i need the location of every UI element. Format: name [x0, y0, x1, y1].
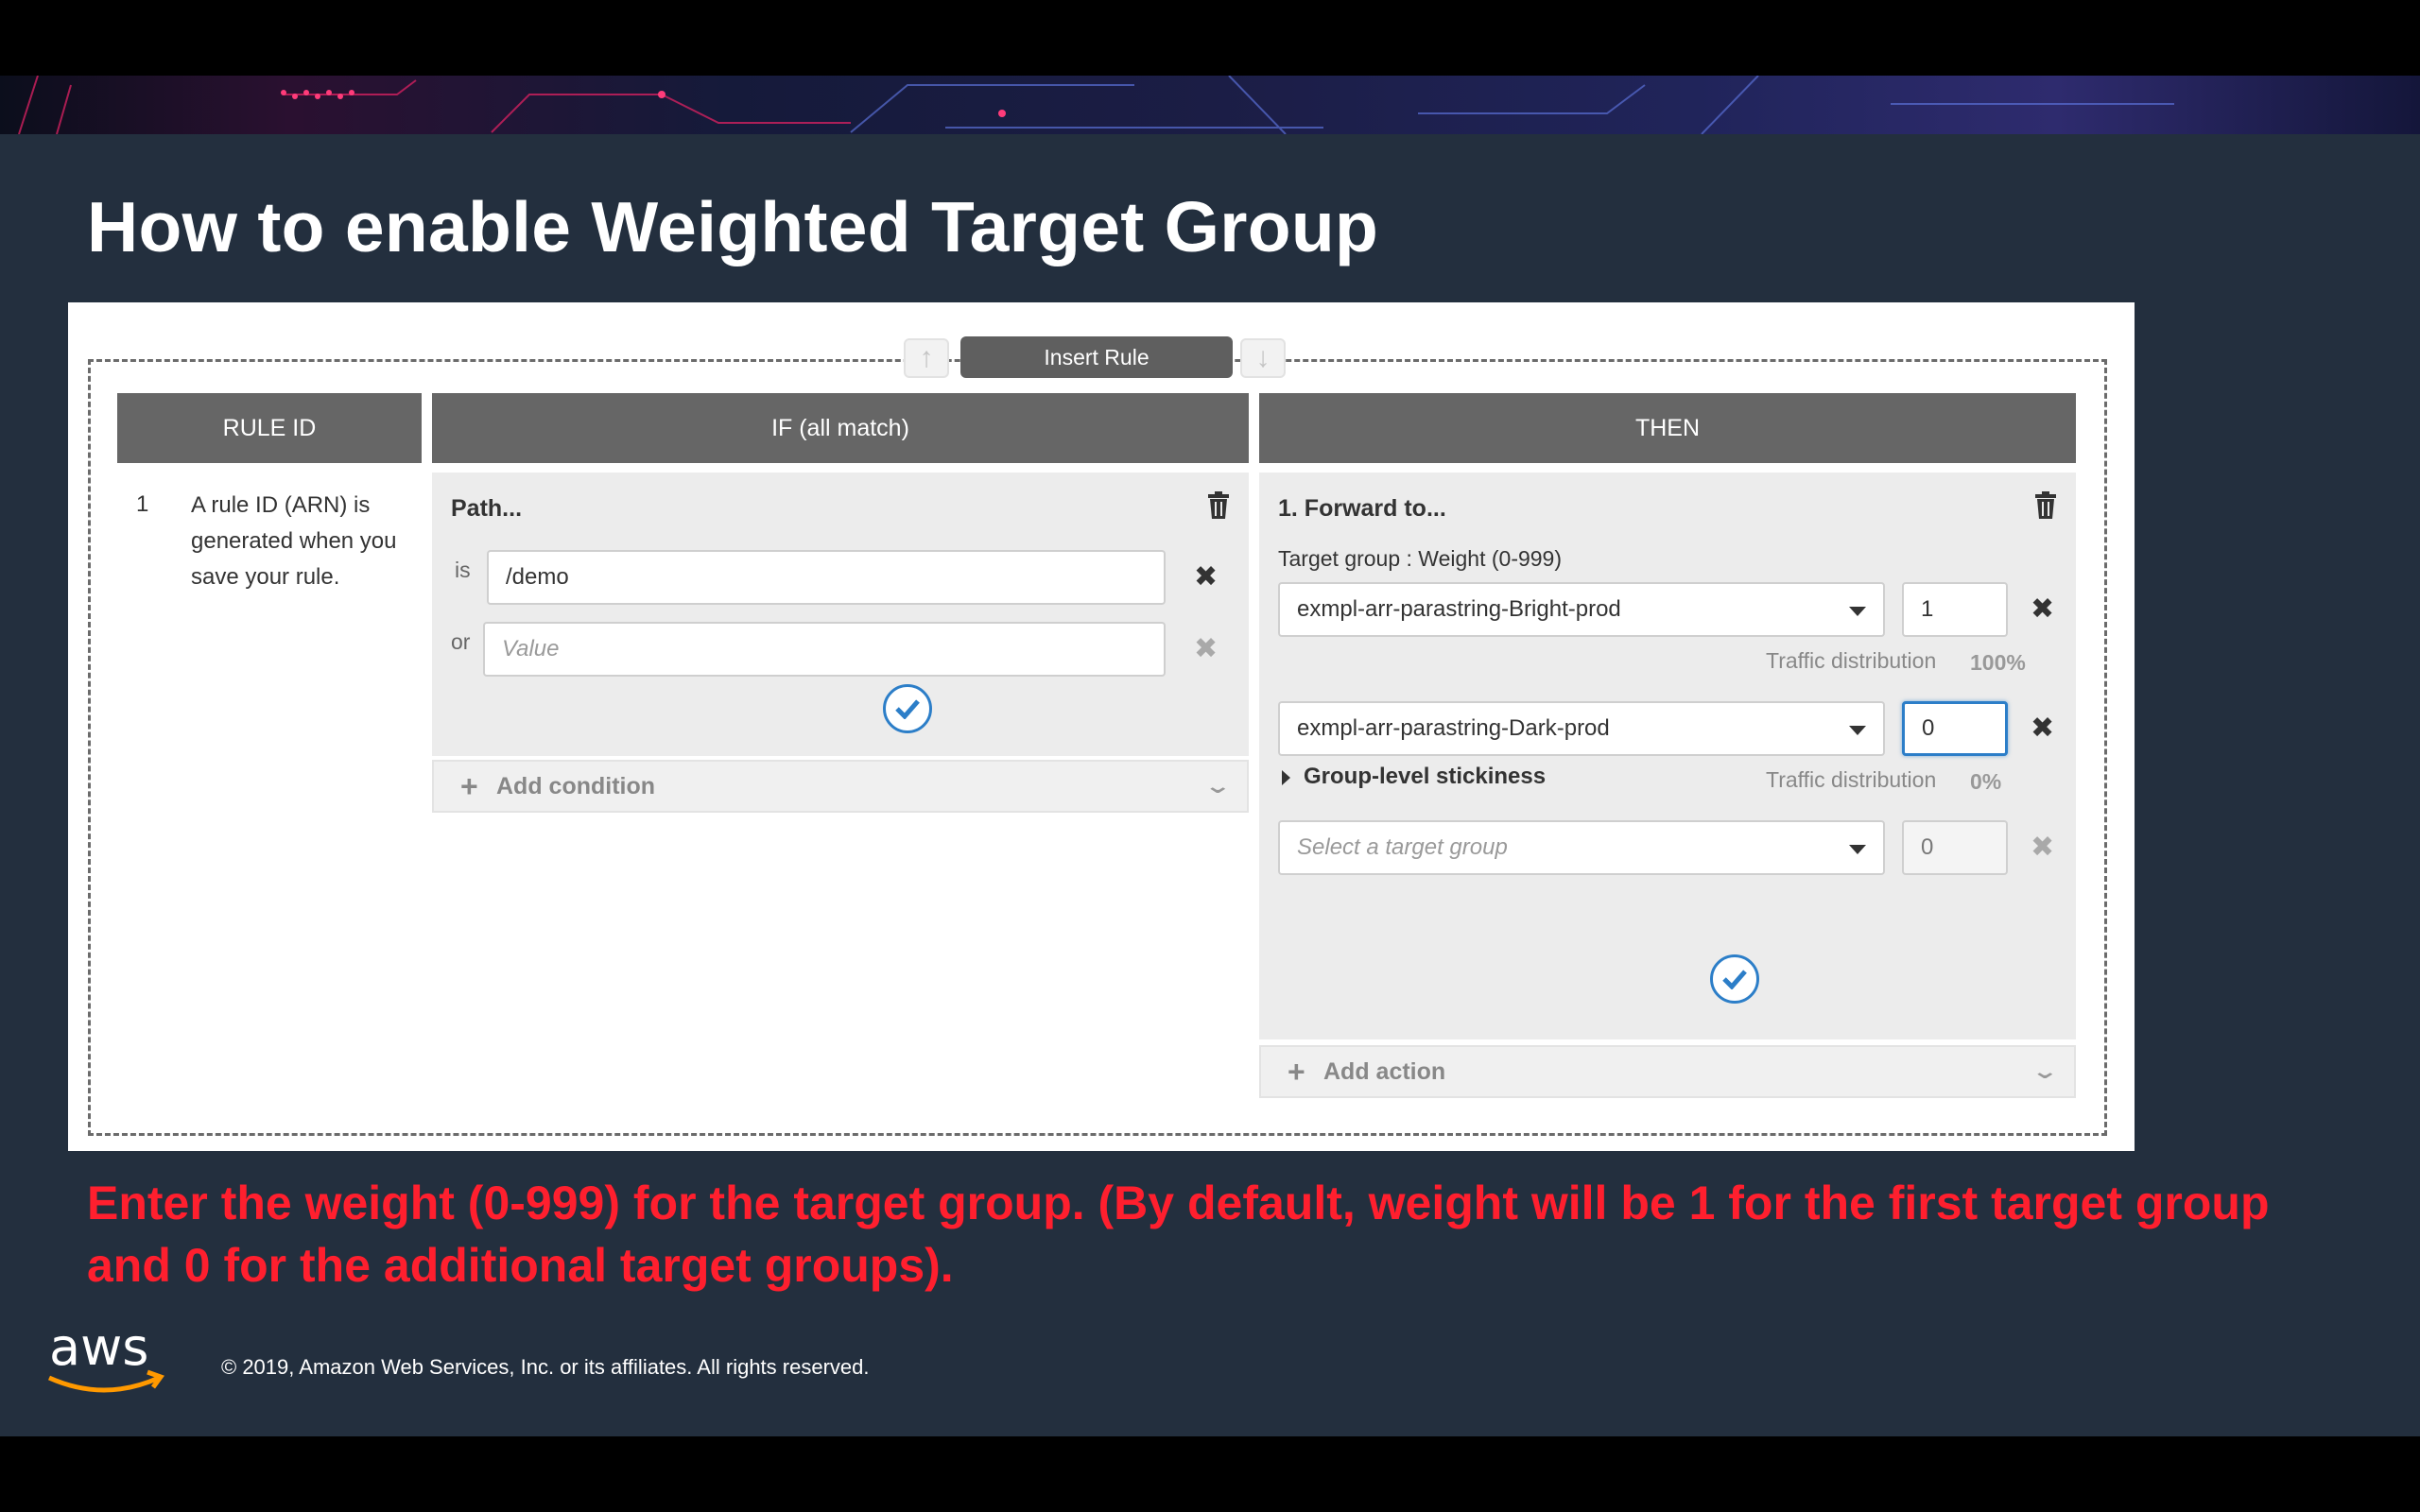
column-header-if: IF (all match): [432, 393, 1249, 463]
close-icon[interactable]: ✖: [2031, 595, 2054, 624]
confirm-condition-button[interactable]: [883, 684, 932, 733]
header-banner: [0, 76, 2420, 134]
confirm-action-button[interactable]: [1710, 954, 1759, 1004]
chevron-down-icon: ⌄: [1203, 774, 1232, 798]
target-group-weight-label: Target group : Weight (0-999): [1278, 546, 1563, 571]
check-icon: [1722, 970, 1747, 989]
target-group-select-value: exmpl-arr-parastring-Dark-prod: [1297, 715, 1610, 741]
condition-card: Path... is /demo ✖ or Value ✖: [432, 472, 1249, 756]
plus-icon: +: [1288, 1055, 1305, 1089]
target-group-select[interactable]: exmpl-arr-parastring-Bright-prod: [1278, 582, 1885, 637]
slide: How to enable Weighted Target Group ↑ In…: [0, 134, 2420, 1436]
column-header-rule-id: RULE ID: [117, 393, 422, 463]
traffic-distribution-label: Traffic distribution: [1766, 648, 1937, 673]
target-group-select[interactable]: Select a target group: [1278, 820, 1885, 875]
rule-id-description: A rule ID (ARN) is generated when you sa…: [191, 492, 397, 590]
path-value-input[interactable]: /demo: [487, 550, 1166, 605]
copyright-notice: © 2019, Amazon Web Services, Inc. or its…: [221, 1355, 870, 1379]
caret-down-icon: [1849, 845, 1866, 854]
traffic-distribution-value: 100%: [1970, 650, 2026, 675]
target-group-select[interactable]: exmpl-arr-parastring-Dark-prod: [1278, 701, 1885, 756]
traffic-distribution-label: Traffic distribution: [1766, 767, 1937, 792]
chevron-down-icon: ⌄: [2031, 1059, 2059, 1083]
rule-editor-screenshot: ↑ Insert Rule ↓ RULE ID IF (all match) T…: [68, 302, 2135, 1151]
close-icon[interactable]: ✖: [2031, 833, 2054, 862]
action-card: 1. Forward to... Target group : Weight (…: [1259, 472, 2076, 1040]
aws-logo-text: aws: [49, 1325, 148, 1377]
column-header-then: THEN: [1259, 393, 2076, 463]
close-icon[interactable]: ✖: [1194, 563, 1218, 592]
weight-input[interactable]: 0: [1902, 820, 2008, 875]
move-rule-up-button[interactable]: ↑: [904, 338, 949, 378]
add-condition-button[interactable]: + Add condition ⌄: [432, 760, 1249, 813]
aws-logo: aws: [45, 1317, 168, 1405]
plus-icon: +: [460, 769, 478, 803]
circuit-pattern-graphic: [18, 76, 2174, 134]
trash-icon[interactable]: [2034, 491, 2057, 520]
path-value-empty-input[interactable]: Value: [483, 622, 1166, 677]
action-title: 1. Forward to...: [1278, 495, 1446, 522]
group-level-stickiness-toggle[interactable]: Group-level stickiness: [1282, 764, 1546, 790]
target-group-select-placeholder: Select a target group: [1297, 834, 1508, 860]
caret-down-icon: [1849, 726, 1866, 735]
add-action-button[interactable]: + Add action ⌄: [1259, 1045, 2076, 1098]
insert-rule-button[interactable]: Insert Rule: [960, 336, 1233, 378]
target-group-select-value: exmpl-arr-parastring-Bright-prod: [1297, 596, 1621, 622]
trash-icon[interactable]: [1207, 491, 1230, 520]
weight-input[interactable]: 1: [1902, 582, 2008, 637]
caret-down-icon: [1849, 607, 1866, 616]
traffic-distribution-value: 0%: [1970, 769, 2002, 794]
slide-title: How to enable Weighted Target Group: [87, 187, 1379, 266]
group-level-stickiness-label: Group-level stickiness: [1304, 764, 1547, 789]
close-icon[interactable]: ✖: [2031, 714, 2054, 743]
move-rule-down-button[interactable]: ↓: [1240, 338, 1286, 378]
instruction-caption: Enter the weight (0-999) for the target …: [87, 1177, 2270, 1292]
or-label: or: [451, 629, 471, 654]
triangle-right-icon: [1282, 769, 1290, 785]
check-icon: [895, 699, 920, 719]
close-icon[interactable]: ✖: [1194, 635, 1218, 663]
condition-title: Path...: [451, 495, 523, 522]
rule-number: 1: [136, 491, 149, 517]
add-condition-label: Add condition: [496, 773, 656, 799]
add-action-label: Add action: [1323, 1058, 1446, 1085]
is-label: is: [455, 558, 471, 582]
weight-input[interactable]: 0: [1902, 701, 2008, 756]
